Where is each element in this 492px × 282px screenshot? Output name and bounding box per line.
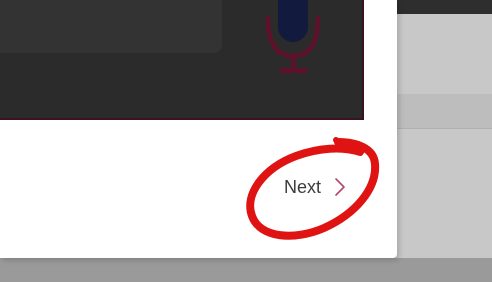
background-app-divider: [395, 128, 492, 129]
background-app-panel: [395, 14, 492, 260]
background-app-row: [395, 94, 492, 128]
background-overlay-strip: [0, 258, 492, 282]
dialog-preview-image: [0, 0, 364, 120]
tutorial-dialog: Next: [0, 0, 397, 258]
microphone-icon: [262, 0, 326, 76]
chevron-right-icon: [333, 176, 347, 198]
background-app-titlebar: [395, 0, 492, 14]
preview-text-field: [0, 0, 222, 53]
next-button-label: Next: [284, 176, 322, 197]
next-button[interactable]: Next: [284, 176, 347, 198]
